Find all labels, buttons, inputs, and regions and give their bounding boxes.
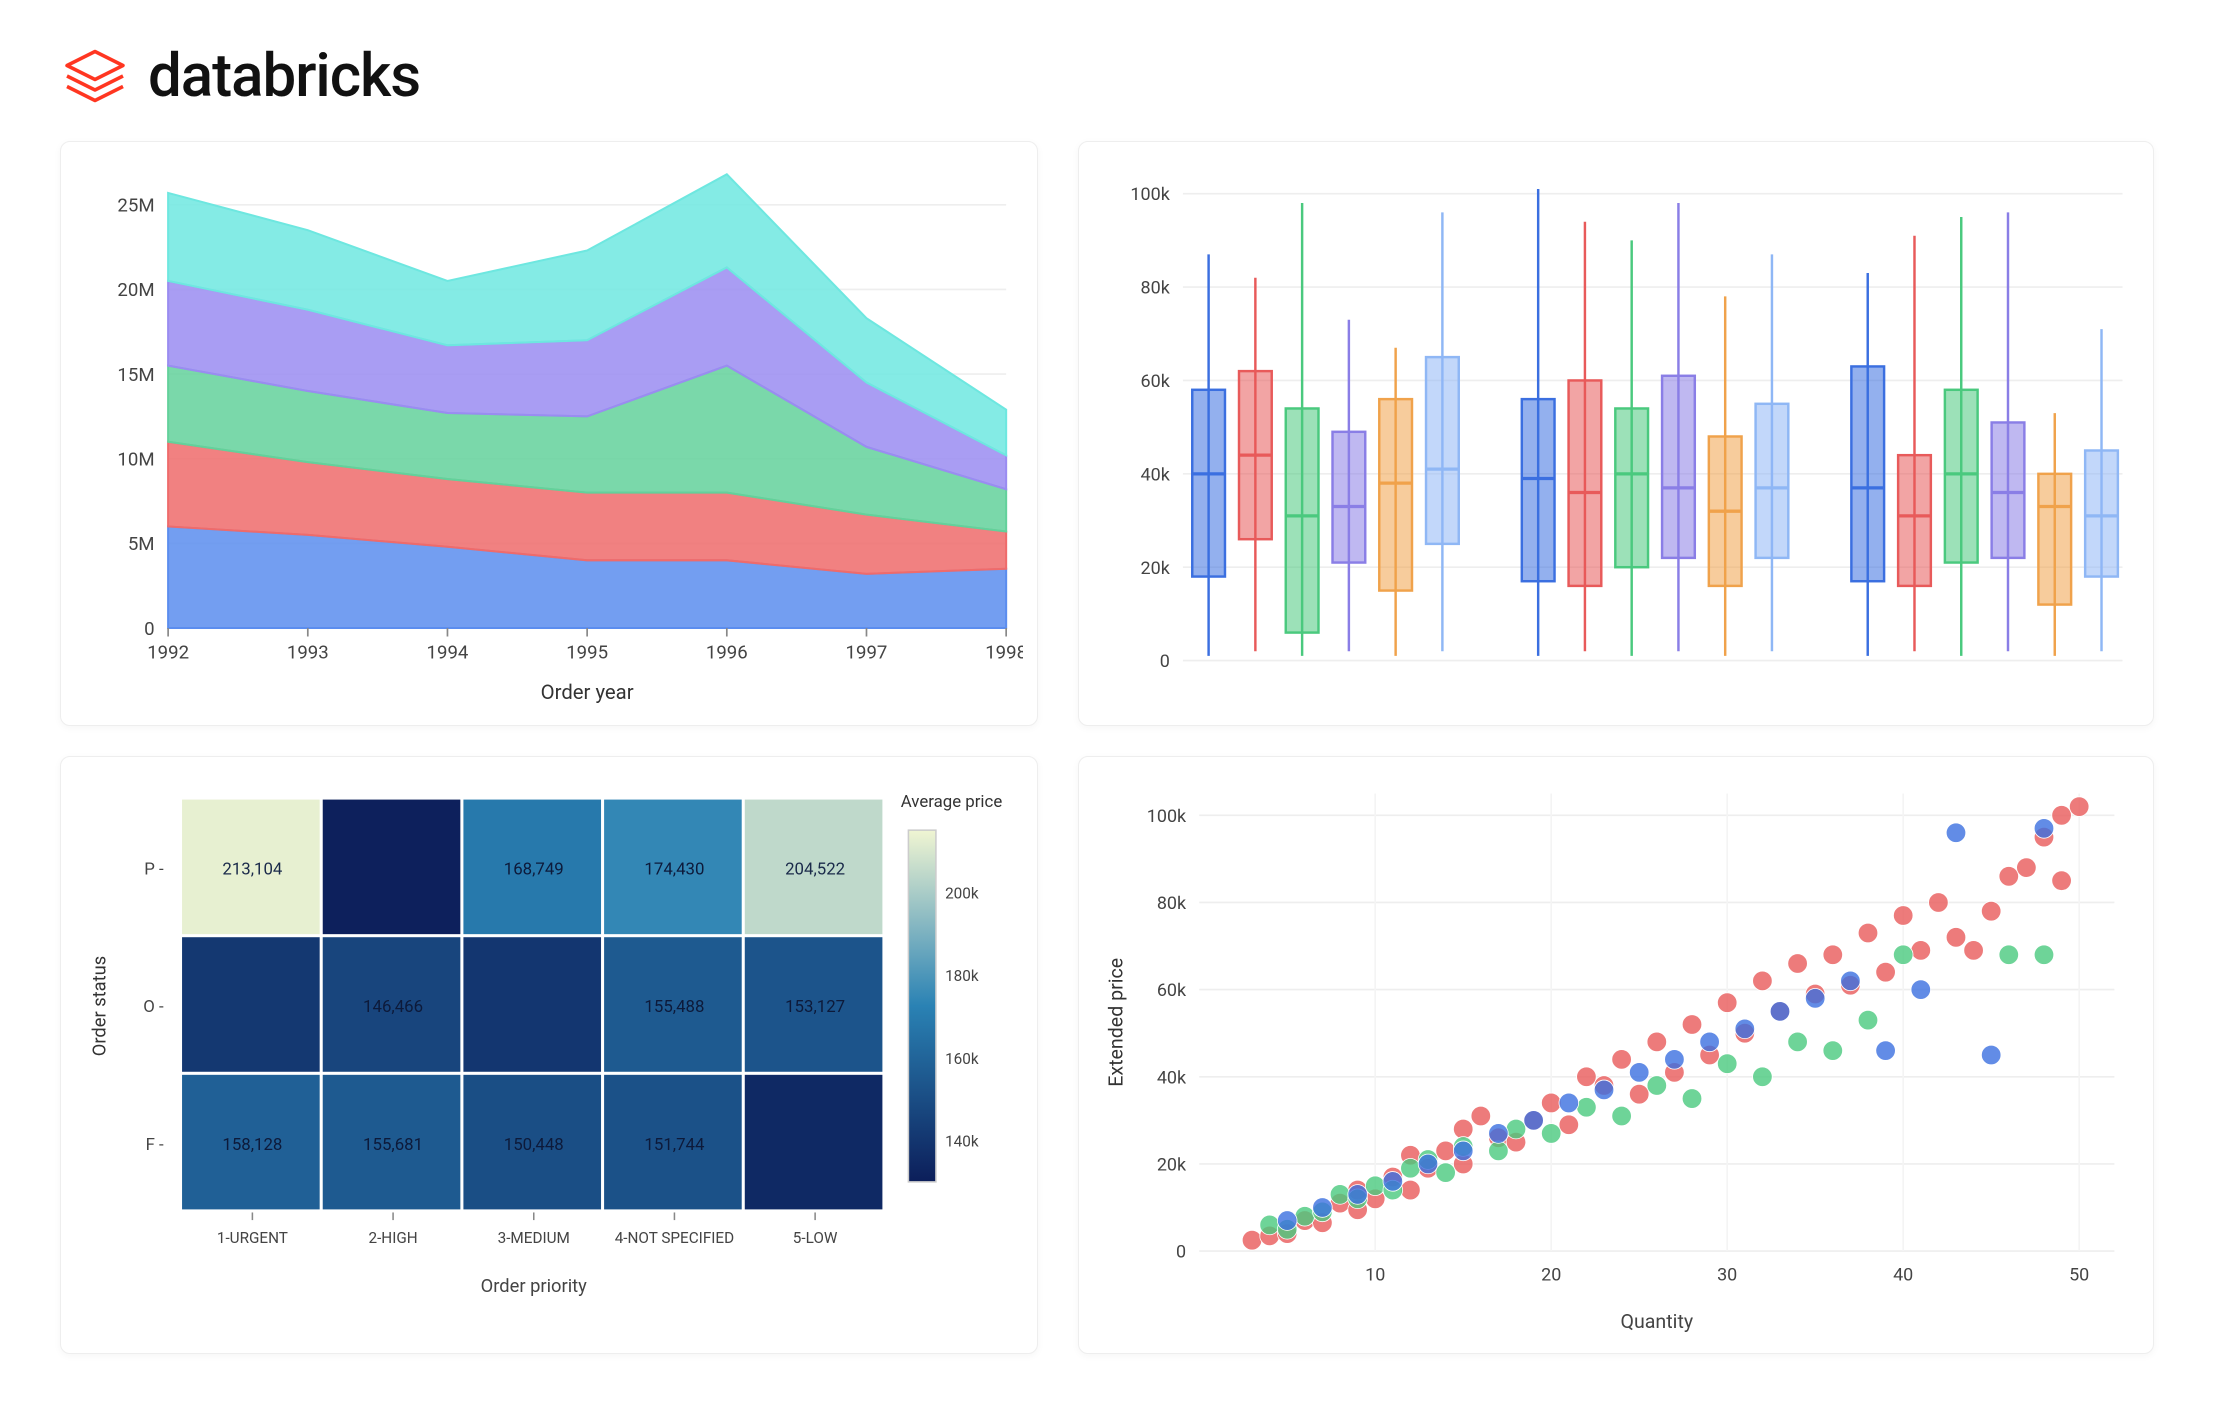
svg-text:Order status: Order status xyxy=(90,955,111,1055)
svg-text:Extended price: Extended price xyxy=(1105,957,1128,1086)
svg-text:25M: 25M xyxy=(117,195,154,217)
svg-text:160k: 160k xyxy=(945,1050,979,1068)
databricks-logo-icon xyxy=(60,41,130,111)
svg-text:158,128: 158,128 xyxy=(222,1134,282,1154)
svg-text:Order priority: Order priority xyxy=(481,1276,588,1297)
svg-text:1994: 1994 xyxy=(427,642,469,664)
svg-text:P -: P - xyxy=(144,859,164,879)
dashboard-grid: 0 5M 10M 15M 20M 25M 1992 1993 1994 1995 1996 1997 1… xyxy=(60,141,2154,1354)
svg-text:60k: 60k xyxy=(1141,371,1171,392)
svg-text:20: 20 xyxy=(1541,1264,1561,1285)
svg-text:2-HIGH: 2-HIGH xyxy=(368,1229,417,1247)
svg-text:200k: 200k xyxy=(945,884,979,902)
svg-text:30: 30 xyxy=(1717,1264,1737,1285)
svg-text:Average price: Average price xyxy=(901,792,1003,812)
svg-text:F -: F - xyxy=(146,1134,164,1154)
svg-text:80k: 80k xyxy=(1141,278,1171,299)
svg-text:5-LOW: 5-LOW xyxy=(793,1229,838,1247)
heatmap: 213,104 168,749 174,430 204,522 146,466 155,4… xyxy=(75,769,1023,1304)
svg-text:1995: 1995 xyxy=(566,642,608,664)
svg-text:80k: 80k xyxy=(1157,893,1187,914)
svg-text:100k: 100k xyxy=(1131,184,1171,205)
svg-text:Quantity: Quantity xyxy=(1621,1310,1694,1333)
svg-text:174,430: 174,430 xyxy=(644,859,704,879)
svg-text:40: 40 xyxy=(1893,1264,1913,1285)
svg-text:4-NOT SPECIFIED: 4-NOT SPECIFIED xyxy=(615,1229,734,1247)
svg-text:153,127: 153,127 xyxy=(785,997,845,1017)
svg-text:1998: 1998 xyxy=(985,642,1023,664)
scatter-card: 0 20k 40k 60k 80k 100k 10 20 30 40 50 Quantity Exten… xyxy=(1078,756,2154,1354)
svg-text:50: 50 xyxy=(2069,1264,2089,1285)
boxplot-card: 0 20k 40k 60k 80k 100k xyxy=(1078,141,2154,726)
svg-text:40k: 40k xyxy=(1141,464,1171,485)
svg-text:1993: 1993 xyxy=(287,642,329,664)
svg-text:146,466: 146,466 xyxy=(363,997,423,1017)
svg-text:20k: 20k xyxy=(1141,558,1171,579)
brand-header: databricks xyxy=(60,40,2154,111)
brand-name: databricks xyxy=(148,40,420,111)
svg-text:60k: 60k xyxy=(1157,980,1187,1001)
svg-text:40k: 40k xyxy=(1157,1067,1187,1088)
svg-text:180k: 180k xyxy=(945,967,979,985)
svg-text:140k: 140k xyxy=(945,1132,979,1150)
svg-text:Order year: Order year xyxy=(541,680,634,704)
area-chart: 0 5M 10M 15M 20M 25M 1992 1993 1994 1995 1996 1997 1… xyxy=(75,154,1023,713)
svg-text:20M: 20M xyxy=(117,279,154,301)
svg-text:150,448: 150,448 xyxy=(504,1134,564,1154)
svg-text:1-URGENT: 1-URGENT xyxy=(217,1229,288,1247)
svg-text:5M: 5M xyxy=(128,533,155,555)
svg-text:204,522: 204,522 xyxy=(785,859,845,879)
svg-text:0: 0 xyxy=(1176,1241,1186,1262)
svg-text:168,749: 168,749 xyxy=(504,859,564,879)
scatter-plot: 0 20k 40k 60k 80k 100k 10 20 30 40 50 Quantity Exten… xyxy=(1093,769,2139,1341)
svg-text:155,681: 155,681 xyxy=(363,1134,423,1154)
svg-text:1992: 1992 xyxy=(147,642,189,664)
area-chart-card: 0 5M 10M 15M 20M 25M 1992 1993 1994 1995 1996 1997 1… xyxy=(60,141,1038,726)
svg-text:151,744: 151,744 xyxy=(644,1134,705,1154)
svg-text:10M: 10M xyxy=(117,449,154,471)
svg-text:100k: 100k xyxy=(1147,806,1187,827)
svg-text:O -: O - xyxy=(143,997,164,1017)
svg-text:0: 0 xyxy=(1160,651,1170,672)
svg-text:20k: 20k xyxy=(1157,1154,1187,1175)
svg-text:1997: 1997 xyxy=(846,642,888,664)
heatmap-card: 213,104 168,749 174,430 204,522 146,466 155,4… xyxy=(60,756,1038,1354)
svg-text:1996: 1996 xyxy=(706,642,748,664)
svg-text:155,488: 155,488 xyxy=(644,997,704,1017)
svg-text:15M: 15M xyxy=(117,364,154,386)
svg-text:0: 0 xyxy=(144,618,154,640)
svg-text:10: 10 xyxy=(1365,1264,1385,1285)
box-plot: 0 20k 40k 60k 80k 100k xyxy=(1093,154,2139,693)
svg-text:3-MEDIUM: 3-MEDIUM xyxy=(498,1229,570,1247)
svg-text:213,104: 213,104 xyxy=(222,859,283,879)
